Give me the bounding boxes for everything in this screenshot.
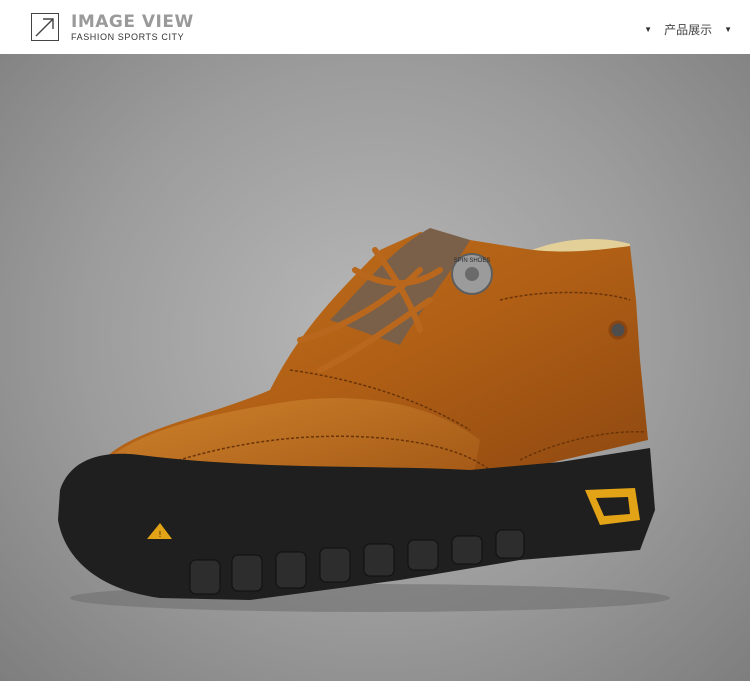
- svg-text:!: !: [159, 530, 161, 539]
- nav-label[interactable]: 产品展示: [664, 21, 712, 38]
- triangle-down-icon: ▼: [644, 25, 653, 34]
- arrow-diagonal-icon: [31, 13, 59, 41]
- product-photo: SPIN SHOES !: [0, 54, 750, 681]
- section-title: IMAGE VIEW: [71, 12, 194, 32]
- section-subtitle: FASHION SPORTS CITY: [71, 32, 185, 42]
- page-header: IMAGE VIEW FASHION SPORTS CITY ▼ 产品展示 ▼: [0, 0, 750, 54]
- product-nav[interactable]: ▼ 产品展示 ▼: [644, 21, 732, 38]
- boot-illustration: SPIN SHOES !: [58, 228, 670, 612]
- eyelet-text: SPIN SHOES: [454, 258, 491, 264]
- boot-sole: [58, 448, 655, 600]
- triangle-down-icon: ▼: [724, 25, 732, 34]
